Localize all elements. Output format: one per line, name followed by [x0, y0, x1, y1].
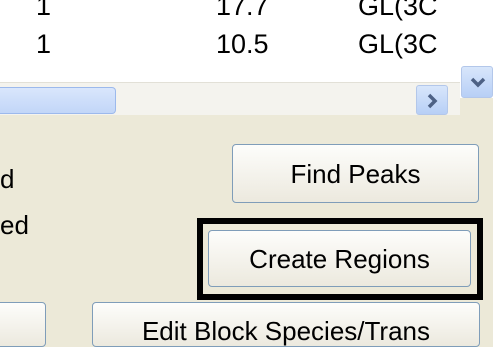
- list-row[interactable]: 1 10.5 GL(3C: [0, 28, 460, 60]
- scroll-right-button[interactable]: [416, 85, 448, 115]
- row-label: GL(3C: [358, 0, 438, 21]
- left-button[interactable]: [0, 302, 46, 347]
- scrollbar-thumb[interactable]: [0, 87, 116, 114]
- row-value: 10.5: [216, 29, 269, 59]
- find-peaks-button[interactable]: Find Peaks: [232, 144, 479, 203]
- option-label: ed: [0, 210, 29, 240]
- create-regions-button[interactable]: Create Regions: [208, 230, 471, 287]
- row-value: 17.7: [216, 0, 269, 21]
- results-list[interactable]: 1 17.7 GL(3C 1 10.5 GL(3C: [0, 0, 493, 115]
- edit-block-species-button[interactable]: Edit Block Species/Trans: [92, 302, 480, 347]
- chevron-down-icon: [470, 77, 486, 88]
- chevron-right-icon: [427, 93, 438, 109]
- row-count: 1: [35, 0, 51, 21]
- scrollbar-corner: [460, 98, 493, 115]
- row-label: GL(3C: [358, 29, 438, 59]
- scroll-down-button[interactable]: [461, 66, 493, 98]
- row-count: 1: [35, 29, 51, 59]
- option-label: d: [0, 164, 15, 194]
- horizontal-scrollbar[interactable]: [0, 82, 460, 115]
- list-row[interactable]: 1 17.7 GL(3C: [0, 0, 460, 22]
